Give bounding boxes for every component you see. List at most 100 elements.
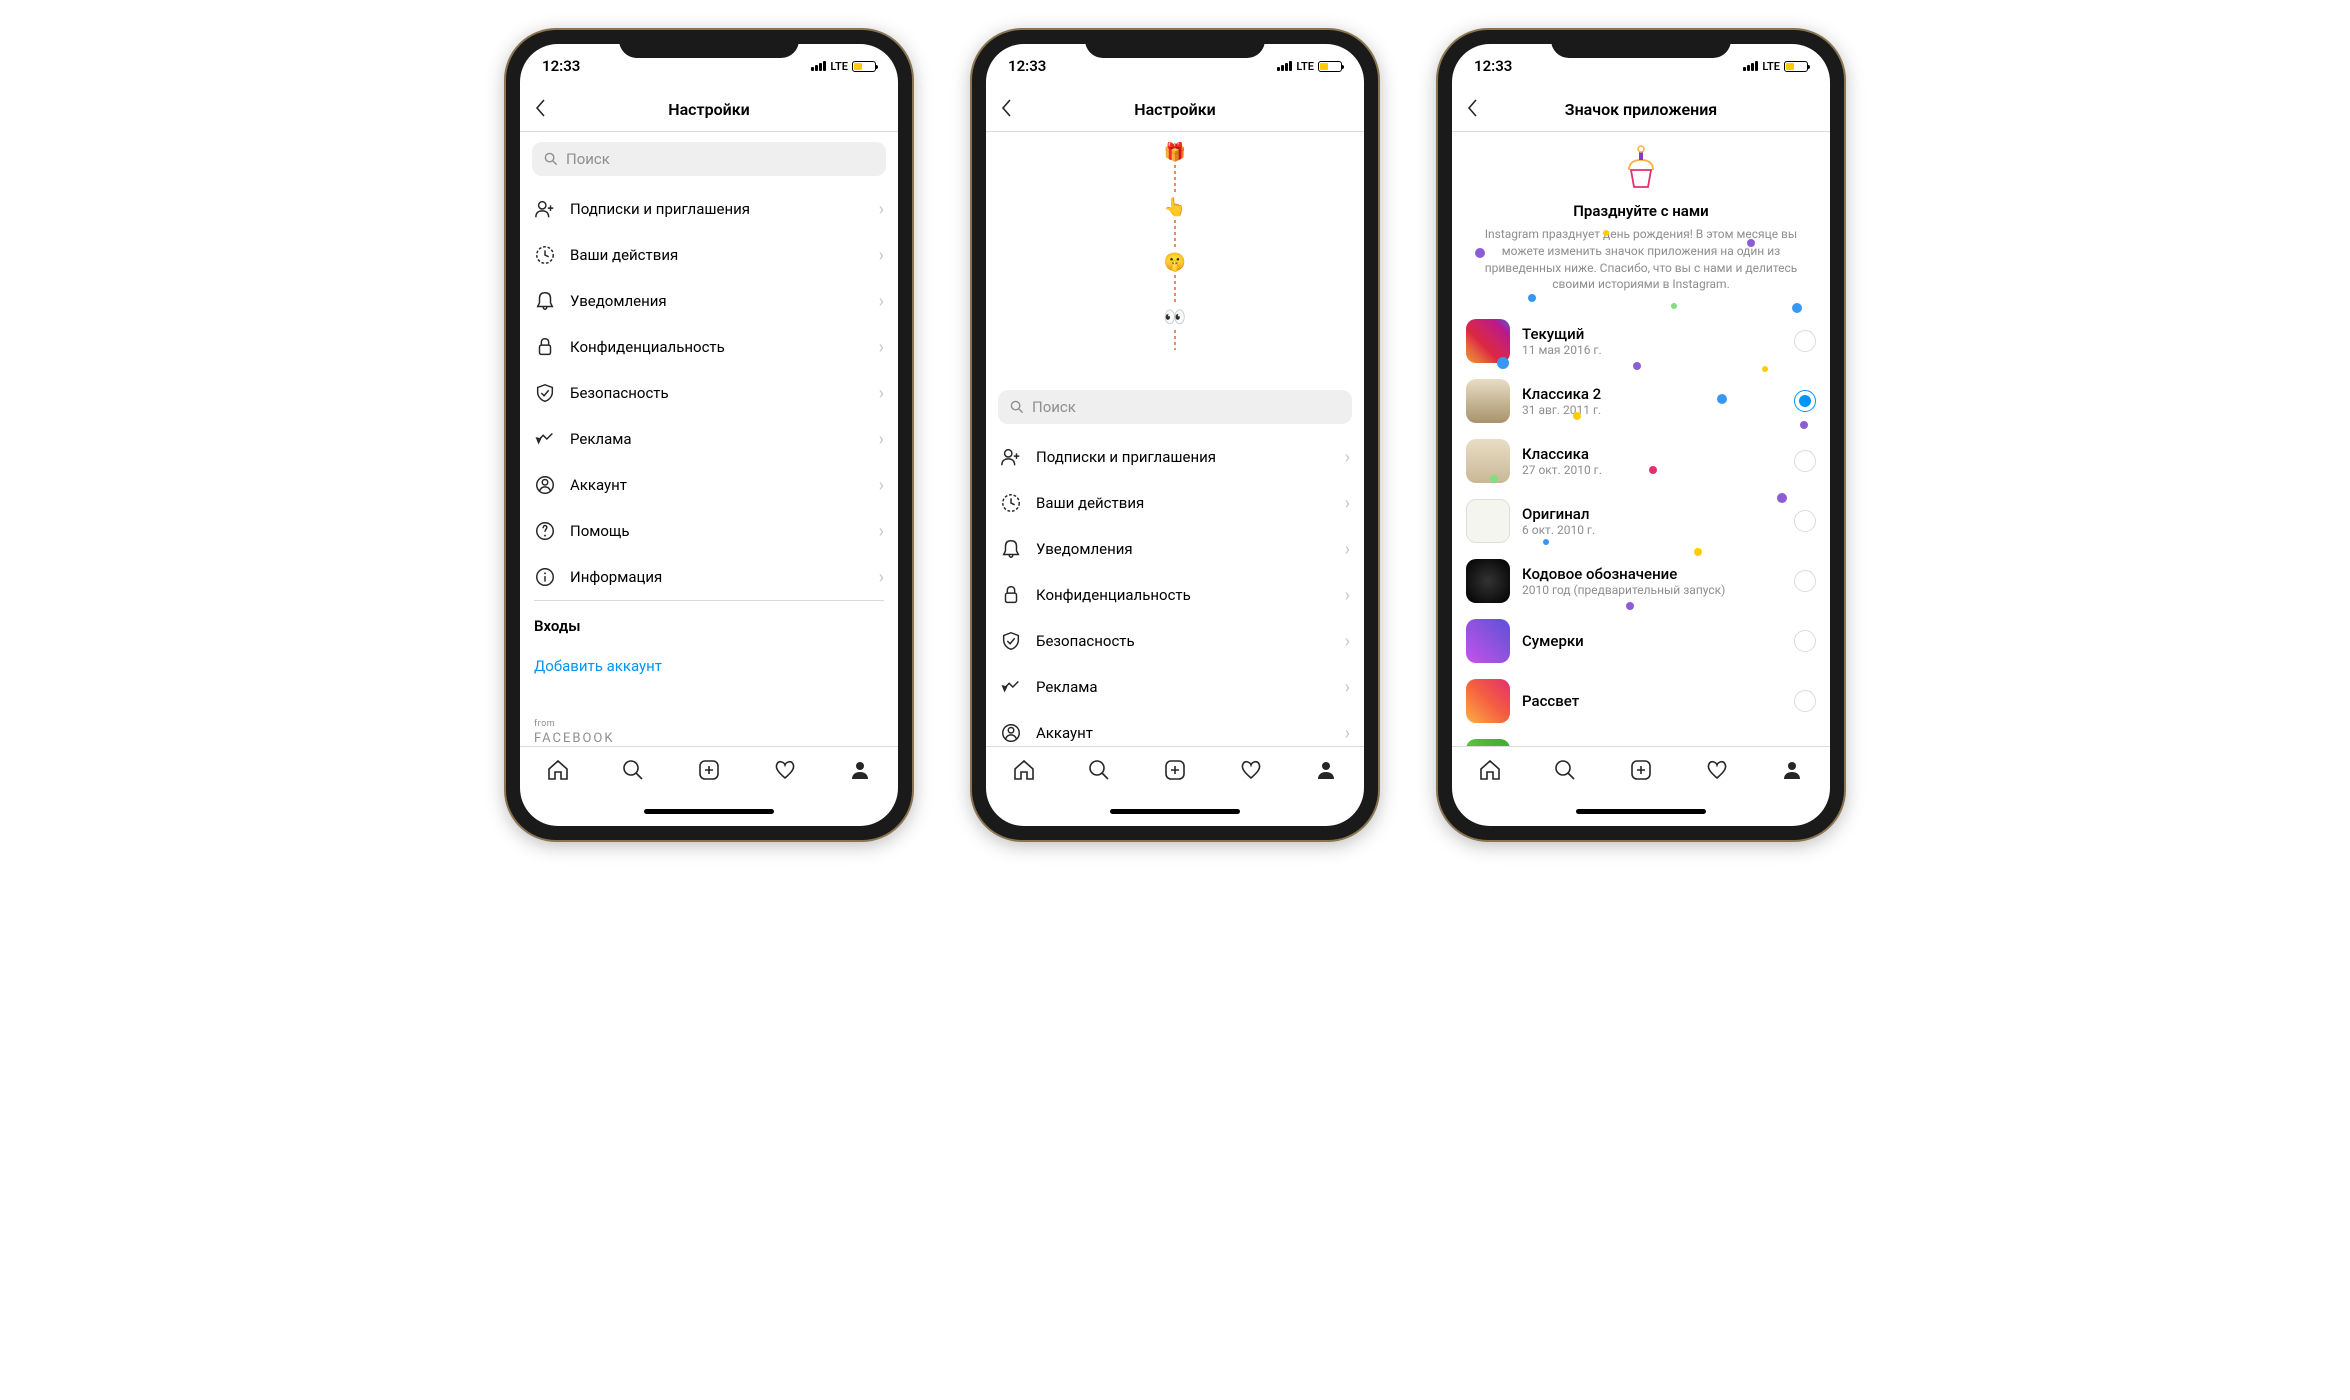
- status-indicators: LTE: [1743, 60, 1808, 73]
- radio-button[interactable]: [1794, 330, 1816, 352]
- menu-item[interactable]: Уведомления ›: [520, 278, 898, 324]
- tab-profile[interactable]: [1306, 750, 1346, 794]
- home-indicator[interactable]: [1452, 796, 1830, 826]
- app-icon-option[interactable]: Оригинал 6 окт. 2010 г.: [1452, 491, 1830, 551]
- radio-button[interactable]: [1794, 570, 1816, 592]
- menu-item[interactable]: Подписки и приглашения ›: [520, 186, 898, 232]
- celebrate-description: Instagram празднует день рождения! В это…: [1482, 226, 1800, 293]
- shush-emoji: 🤫: [1164, 252, 1186, 273]
- tab-create[interactable]: [1621, 750, 1661, 794]
- menu-item[interactable]: Безопасность ›: [520, 370, 898, 416]
- search-icon: [1087, 758, 1111, 782]
- app-icon-option[interactable]: Классика 27 окт. 2010 г.: [1452, 431, 1830, 491]
- phone-frame-3: 12:33 LTE Значок приложения Празднуйте с…: [1438, 30, 1844, 840]
- content-area[interactable]: Празднуйте с нами Instagram празднует де…: [1452, 132, 1830, 746]
- menu-item[interactable]: Реклама ›: [520, 416, 898, 462]
- option-name: Рассвет: [1522, 692, 1782, 710]
- menu-label: Конфиденциальность: [1036, 586, 1331, 604]
- menu-icon: [534, 474, 556, 496]
- chevron-right-icon: ›: [879, 337, 884, 358]
- menu-item[interactable]: Безопасность ›: [986, 618, 1364, 664]
- content-area[interactable]: Поиск Подписки и приглашения › Ваши дейс…: [520, 132, 898, 746]
- menu-item[interactable]: Конфиденциальность ›: [986, 572, 1364, 618]
- home-indicator[interactable]: [986, 796, 1364, 826]
- gift-emoji: 🎁: [1164, 142, 1186, 163]
- battery-icon: [1784, 61, 1808, 72]
- back-button[interactable]: [1000, 98, 1014, 122]
- menu-item[interactable]: Реклама ›: [986, 664, 1364, 710]
- radio-button[interactable]: [1794, 390, 1816, 412]
- tab-home[interactable]: [1470, 750, 1510, 794]
- phone-notch: [1551, 30, 1731, 58]
- tab-activity[interactable]: [765, 750, 805, 794]
- easter-egg-emoji-chain[interactable]: 🎁 👆 🤫 👀: [986, 132, 1364, 380]
- option-name: Классика: [1522, 445, 1782, 463]
- menu-item[interactable]: Информация ›: [520, 554, 898, 600]
- tab-create[interactable]: [1155, 750, 1195, 794]
- back-button[interactable]: [1466, 98, 1480, 122]
- radio-button[interactable]: [1794, 630, 1816, 652]
- back-button[interactable]: [534, 98, 548, 122]
- menu-icon: [1000, 446, 1022, 468]
- menu-item[interactable]: Помощь ›: [520, 508, 898, 554]
- chevron-right-icon: ›: [879, 429, 884, 450]
- menu-item[interactable]: Аккаунт ›: [520, 462, 898, 508]
- menu-item[interactable]: Ваши действия ›: [986, 480, 1364, 526]
- point-up-emoji: 👆: [1164, 197, 1186, 218]
- signal-icon: [1743, 61, 1758, 71]
- tab-search[interactable]: [613, 750, 653, 794]
- profile-icon: [1314, 758, 1338, 782]
- menu-item[interactable]: Конфиденциальность ›: [520, 324, 898, 370]
- home-indicator[interactable]: [520, 796, 898, 826]
- menu-label: Аккаунт: [570, 476, 865, 494]
- search-input[interactable]: Поиск: [998, 390, 1352, 424]
- menu-item[interactable]: Аккаунт ›: [986, 710, 1364, 746]
- footer-from: from: [534, 719, 884, 729]
- status-time: 12:33: [542, 57, 580, 75]
- menu-item[interactable]: Ваши действия ›: [520, 232, 898, 278]
- app-icon-option[interactable]: Сумерки: [1452, 611, 1830, 671]
- chevron-left-icon: [1466, 98, 1480, 118]
- add-account-link[interactable]: Добавить аккаунт: [520, 643, 898, 689]
- tab-search[interactable]: [1545, 750, 1585, 794]
- app-icon-option[interactable]: [1452, 731, 1830, 746]
- radio-button[interactable]: [1794, 690, 1816, 712]
- tab-home[interactable]: [538, 750, 578, 794]
- chevron-right-icon: ›: [1345, 539, 1350, 560]
- tab-profile[interactable]: [1772, 750, 1812, 794]
- screen-1: 12:33 LTE Настройки Поиск Подписки и при…: [520, 44, 898, 826]
- app-icon-option[interactable]: Кодовое обозначение 2010 год (предварите…: [1452, 551, 1830, 611]
- tab-home[interactable]: [1004, 750, 1044, 794]
- chevron-right-icon: ›: [1345, 677, 1350, 698]
- app-icon-option[interactable]: Текущий 11 мая 2016 г.: [1452, 311, 1830, 371]
- tab-activity[interactable]: [1231, 750, 1271, 794]
- network-label: LTE: [1762, 60, 1780, 73]
- menu-label: Конфиденциальность: [570, 338, 865, 356]
- chevron-right-icon: ›: [1345, 631, 1350, 652]
- radio-button[interactable]: [1794, 450, 1816, 472]
- app-icon-option[interactable]: Рассвет: [1452, 671, 1830, 731]
- content-area[interactable]: 🎁 👆 🤫 👀 Поиск Подписки и приглашения › В…: [986, 132, 1364, 746]
- tab-profile[interactable]: [840, 750, 880, 794]
- network-label: LTE: [830, 60, 848, 73]
- tab-search[interactable]: [1079, 750, 1119, 794]
- tab-create[interactable]: [689, 750, 729, 794]
- app-icon-option[interactable]: Классика 2 31 авг. 2011 г.: [1452, 371, 1830, 431]
- search-input[interactable]: Поиск: [532, 142, 886, 176]
- app-icon-preview: [1466, 559, 1510, 603]
- radio-button[interactable]: [1794, 510, 1816, 532]
- logins-header: Входы: [520, 601, 898, 643]
- option-info: Рассвет: [1522, 692, 1782, 710]
- menu-item[interactable]: Уведомления ›: [986, 526, 1364, 572]
- app-icon-preview: [1466, 739, 1510, 746]
- menu-item[interactable]: Подписки и приглашения ›: [986, 434, 1364, 480]
- screen-2: 12:33 LTE Настройки 🎁 👆 🤫 👀: [986, 44, 1364, 826]
- dotted-line-icon: [1174, 220, 1176, 250]
- option-info: Классика 27 окт. 2010 г.: [1522, 445, 1782, 477]
- tab-activity[interactable]: [1697, 750, 1737, 794]
- chevron-right-icon: ›: [1345, 447, 1350, 468]
- tab-bar: [986, 746, 1364, 796]
- menu-label: Реклама: [1036, 678, 1331, 696]
- network-label: LTE: [1296, 60, 1314, 73]
- page-title: Настройки: [668, 100, 750, 119]
